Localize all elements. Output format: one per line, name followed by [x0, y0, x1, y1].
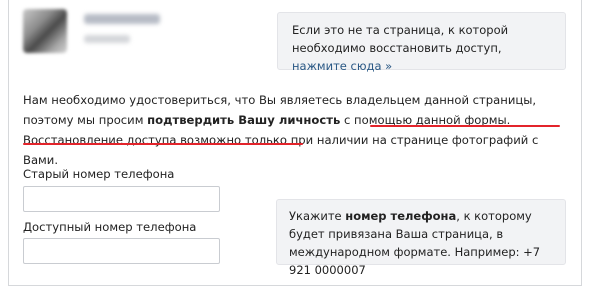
red-underline-2 [23, 143, 303, 145]
available-phone-input[interactable] [23, 238, 220, 264]
old-phone-input[interactable] [23, 186, 220, 212]
phone-hint-box: Укажите номер телефона, к которому будет… [276, 199, 566, 277]
message-bold: подтвердить Вашу личность [147, 113, 341, 127]
old-phone-label: Старый номер телефона [23, 167, 175, 181]
hint-bold: номер телефона [345, 209, 457, 223]
click-here-link[interactable]: нажмите сюда » [292, 59, 392, 73]
available-phone-label: Доступный номер телефона [23, 220, 197, 234]
red-underline-1 [370, 125, 560, 127]
profile-name-blurred [84, 14, 160, 24]
message-end: . [54, 153, 59, 167]
wrong-page-info-box: Если это не та страница, к которой необх… [277, 12, 566, 73]
avatar [23, 9, 67, 53]
hint-prefix: Укажите [289, 209, 346, 223]
info-box-text: Если это не та страница, к которой необх… [292, 23, 509, 55]
profile-subtitle-blurred [84, 35, 130, 43]
verification-message: Нам необходимо удостовериться, что Вы яв… [23, 90, 569, 170]
